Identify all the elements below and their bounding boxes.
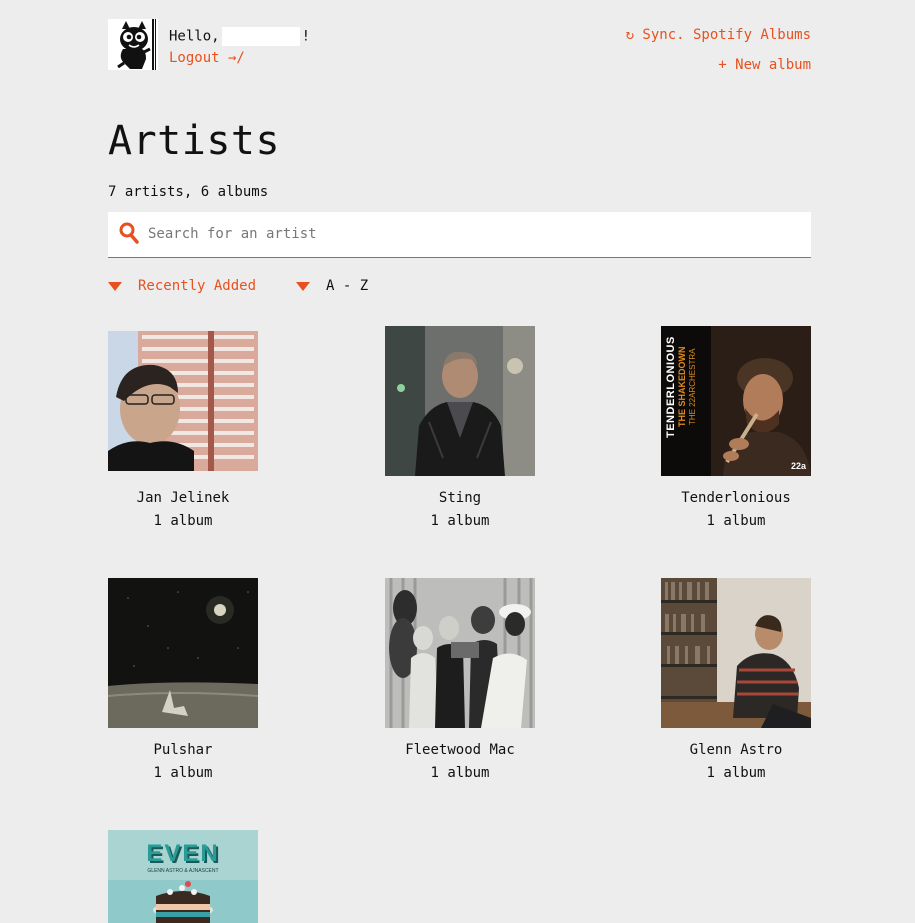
artist-album-count: 7 artists, 6 albums	[108, 184, 269, 200]
cat-avatar-icon	[108, 19, 158, 70]
greeting: Hello,!	[169, 27, 310, 46]
triangle-down-icon	[108, 281, 122, 291]
artist-image: EVEN GLENN ASTRO & AJNASCENT	[108, 830, 258, 923]
artist-image	[108, 331, 258, 471]
search-icon	[119, 222, 139, 244]
artist-card[interactable]: EVEN GLENN ASTRO & AJNASCENT	[108, 830, 258, 923]
artist-card[interactable]: Pulshar 1 album	[108, 578, 258, 785]
triangle-down-icon	[296, 281, 310, 291]
artist-card[interactable]: Glenn Astro 1 album	[661, 578, 811, 785]
page-title: Artists	[108, 118, 281, 164]
greeting-suffix: !	[301, 28, 311, 45]
sort-a-z-label: A - Z	[326, 278, 369, 294]
username-redacted	[221, 27, 300, 46]
search-input[interactable]	[148, 212, 798, 256]
sort-recently-added-label: Recently Added	[138, 278, 257, 294]
album-count: 1 album	[153, 765, 213, 781]
artist-image: TENDERLONIOUS THE SHAKEDOWN THE 22ARCHES…	[661, 326, 811, 476]
artist-name: Jan Jelinek	[136, 490, 230, 506]
sort-a-z[interactable]: A - Z	[296, 278, 368, 294]
artist-card[interactable]: TENDERLONIOUS THE SHAKEDOWN THE 22ARCHES…	[661, 326, 811, 533]
sort-recently-added[interactable]: Recently Added	[108, 278, 256, 294]
artist-image	[385, 578, 535, 728]
artist-name: Fleetwood Mac	[405, 742, 515, 758]
artist-name: Pulshar	[153, 742, 213, 758]
page: Hello,! Logout →/ ↻ Sync. Spotify Albums…	[108, 0, 811, 923]
album-count: 1 album	[430, 513, 490, 529]
search-bar	[108, 212, 811, 258]
artist-image	[385, 326, 535, 476]
avatar[interactable]	[108, 19, 158, 70]
artist-name: Glenn Astro	[689, 742, 783, 758]
greeting-prefix: Hello,	[169, 28, 220, 45]
album-count: 1 album	[706, 765, 766, 781]
logout-link[interactable]: Logout →/	[169, 50, 245, 66]
artist-card[interactable]: Sting 1 album	[385, 326, 535, 533]
artist-image	[108, 578, 258, 728]
artist-card[interactable]: Jan Jelinek 1 album	[108, 331, 258, 533]
album-count: 1 album	[153, 513, 213, 529]
sync-spotify-albums-link[interactable]: ↻ Sync. Spotify Albums	[626, 27, 811, 43]
album-count: 1 album	[430, 765, 490, 781]
artist-card[interactable]: Fleetwood Mac 1 album	[385, 578, 535, 785]
cover-text: TENDERLONIOUS THE SHAKEDOWN THE 22ARCHES…	[665, 336, 806, 471]
artist-name: Sting	[438, 490, 482, 506]
album-count: 1 album	[706, 513, 766, 529]
new-album-link[interactable]: + New album	[718, 57, 811, 73]
artist-image	[661, 578, 811, 728]
artist-name: Tenderlonious	[681, 490, 791, 506]
